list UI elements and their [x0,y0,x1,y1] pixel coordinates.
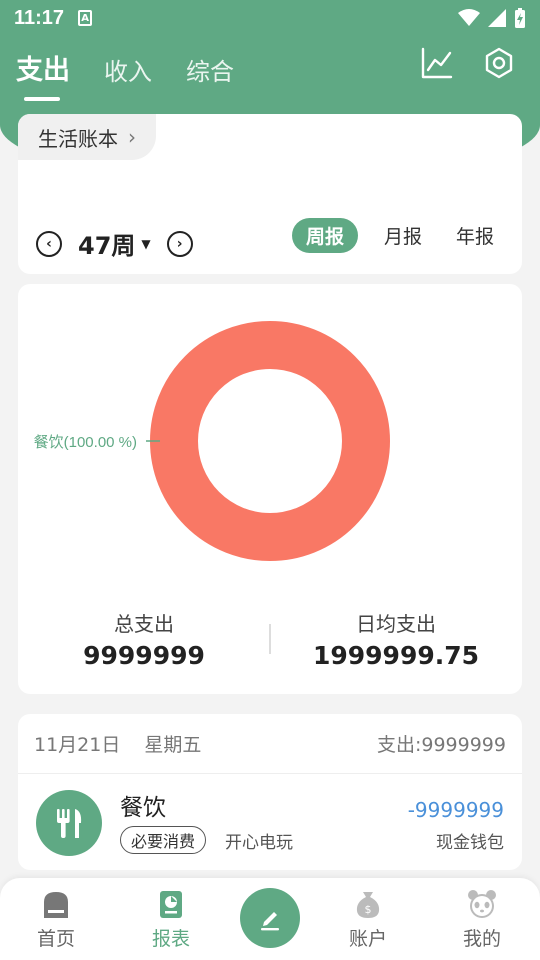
tab-overall[interactable]: 综合 [186,52,234,87]
nav-home[interactable]: 首页 [16,888,96,951]
money-bag-icon: $ [356,892,380,918]
week-label[interactable]: 47周 [78,226,135,261]
daily-average-value: 1999999.75 [312,641,480,670]
status-time: 11:17 [14,6,65,29]
trend-chart-icon[interactable] [420,46,454,80]
donut-chart: 餐饮(100.00 %) [34,321,390,561]
book-name: 生活账本 [38,126,118,151]
entry-note: 开心电玩 [225,833,293,853]
type-tabs: 支出 收入 综合 [16,48,234,101]
daily-average-label: 日均支出 [356,612,436,636]
pencil-icon [261,912,279,931]
bottom-nav: 首页 报表 $ 账户 我的 [0,878,540,960]
fork-knife-icon [36,790,102,856]
chart-card: 餐饮(100.00 %) 总支出 9999999 日均支出 1999999.75 [18,284,522,694]
header-actions [420,46,516,80]
slice-label: 餐饮(100.00 %) [34,434,137,451]
daily-average: 日均支出 1999999.75 [270,608,522,670]
caret-down-icon[interactable]: ▼ [141,237,150,251]
chevron-right-icon: › [128,125,136,149]
battery-icon [515,8,525,28]
nav-account[interactable]: $ 账户 [328,888,408,951]
report-icon [160,891,182,918]
day-weekday: 星期五 [144,734,202,756]
nav-report[interactable]: 报表 [131,888,211,951]
panda-icon [468,890,496,918]
tab-weekly[interactable]: 周报 [291,218,358,253]
tab-income[interactable]: 收入 [104,52,152,87]
divider [269,624,271,654]
nav-account-label: 账户 [348,928,387,950]
record-list-card: 11月21日 星期五 支出:9999999 餐饮 必要消费 开心电玩 -9999… [18,714,522,870]
signal-icon [488,9,506,27]
day-date: 11月21日 [34,734,121,756]
entry-category: 餐饮 [120,795,166,821]
pie-slice [150,321,390,561]
total-expense: 总支出 9999999 [18,608,270,670]
week-navigator: ‹ 47周 ▼ › [36,226,193,261]
tab-monthly[interactable]: 月报 [376,218,430,253]
list-item[interactable]: 餐饮 必要消费 开心电玩 -9999999 现金钱包 [18,774,522,870]
total-expense-value: 9999999 [83,641,205,670]
nav-home-label: 首页 [36,928,75,950]
add-record-button[interactable] [240,888,300,948]
book-selector[interactable]: 生活账本 › [18,114,156,160]
book-period-card: 生活账本 › ‹ 47周 ▼ › 周报 月报 年报 [18,114,522,274]
total-expense-label: 总支出 [114,612,174,636]
nav-report-label: 报表 [151,928,190,950]
totals-row: 总支出 9999999 日均支出 1999999.75 [18,608,522,670]
notification-a-icon: A [78,10,93,26]
status-icons [458,8,526,28]
period-tabs: 周报 月报 年报 [291,218,502,253]
settings-hexagon-icon[interactable] [482,46,516,80]
day-total: 支出:9999999 [376,734,506,756]
home-icon [44,892,68,918]
tab-expense[interactable]: 支出 [16,48,70,101]
entry-tag: 必要消费 [120,826,207,854]
day-header: 11月21日 星期五 支出:9999999 [18,714,522,774]
svg-text:$: $ [365,903,372,916]
prev-week-button[interactable]: ‹ [36,230,62,257]
wifi-icon [458,9,480,26]
next-week-button[interactable]: › [166,230,193,257]
nav-mine[interactable]: 我的 [442,888,522,951]
tab-yearly[interactable]: 年报 [448,218,502,253]
nav-mine-label: 我的 [462,928,501,950]
entry-account: 现金钱包 [436,833,504,853]
entry-amount: -9999999 [407,798,504,822]
status-bar: 11:17 A [0,0,540,36]
